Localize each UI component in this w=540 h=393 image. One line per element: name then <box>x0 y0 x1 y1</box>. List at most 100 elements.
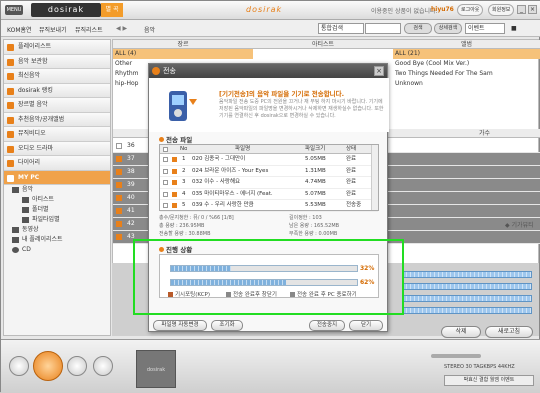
file-row[interactable]: 4 035 마이티마우스 - 에너지 (Feat. 5.07MB 완료 <box>160 189 378 200</box>
row-checkbox[interactable] <box>116 221 122 227</box>
col-genre-header[interactable]: 장르 <box>113 40 253 49</box>
tree-item-artist[interactable]: 아티스트 <box>22 195 110 205</box>
row-checkbox[interactable] <box>116 182 122 188</box>
file-row[interactable]: 5 039 수 - 우리 사랑한 만큼 5.53MB 전송중 <box>160 200 378 212</box>
row-checkbox[interactable] <box>116 169 122 175</box>
row-checkbox[interactable] <box>116 234 122 240</box>
diary-icon <box>7 160 14 167</box>
sidebar-item-locker[interactable]: 음악 보관함 <box>4 54 110 69</box>
file-row[interactable]: 2 024 브라운 아이즈 - Your Eyes 1.31MB 완료 <box>160 166 378 177</box>
file-checkbox[interactable] <box>163 203 168 208</box>
list-item[interactable]: ALL (4) <box>113 49 253 59</box>
list-item[interactable]: Two Things Needed For The Sam <box>393 69 540 79</box>
dialog-message-title: [기기전송]의 음악 파일을 기기로 전송합니다. <box>219 90 345 98</box>
stop-button[interactable] <box>93 356 113 376</box>
gigaview-button[interactable]: ◆ 기가뷰티 <box>505 220 534 229</box>
search-input[interactable] <box>365 23 401 34</box>
sidebar-item-diary[interactable]: 다이어리 <box>4 156 110 171</box>
col-album-header[interactable]: 앨범 <box>393 40 540 49</box>
search-button[interactable]: 검색 <box>404 23 432 34</box>
tree-item-filetype[interactable]: 파일타입별 <box>22 215 110 225</box>
summary-shortage: 부족한 용량 : 0.00MB <box>289 231 338 237</box>
stream-info: STEREO 30 TAGKBPS 44KHZ <box>444 364 515 370</box>
sidebar-item-drama[interactable]: 오디오 드라마 <box>4 141 110 156</box>
close-icon[interactable]: × <box>528 5 537 14</box>
file-name: 035 마이티마우스 - 에너지 (Feat. <box>192 190 273 197</box>
ticker-banner[interactable]: 박효신 결합 월엠 이벤트 <box>444 375 534 386</box>
refresh-button[interactable]: 새로고침 <box>485 326 533 338</box>
transfer-icon <box>152 67 160 75</box>
file-no: 5 <box>182 202 186 208</box>
sidebar-item-latest[interactable]: 최신음악 <box>4 69 110 84</box>
delete-button[interactable]: 삭제 <box>441 326 481 338</box>
file-row[interactable]: 3 032 이수 - 사랑해요 4.74MB 완료 <box>160 177 378 189</box>
tree-item-folder[interactable]: 폴더별 <box>22 205 110 215</box>
back-icon[interactable]: ◀ ▶ <box>116 25 127 32</box>
sidebar-item-playlist[interactable]: 플레이리스트 <box>4 40 110 55</box>
row-checkbox[interactable] <box>116 195 122 201</box>
prev-button[interactable] <box>9 356 29 376</box>
mp3-player-icon <box>169 91 197 121</box>
select-all-checkbox[interactable] <box>163 147 168 152</box>
genre-icon <box>7 102 14 109</box>
logout-button[interactable]: 로그아웃 <box>457 4 484 16</box>
folder-icon <box>22 207 29 213</box>
album-art: dosirak <box>136 350 176 388</box>
file-status: 완료 <box>346 167 357 174</box>
tree-item-cd[interactable]: CD <box>12 245 110 255</box>
file-status: 전송중 <box>346 202 362 208</box>
file-checkbox[interactable] <box>163 180 168 185</box>
tab-button[interactable]: 별 곡 <box>101 3 123 17</box>
row-checkbox[interactable] <box>116 208 122 214</box>
file-table-header: No 파일명 파일크기 상태 <box>160 145 378 154</box>
tree-item-music[interactable]: 음악 <box>12 185 110 195</box>
menu-button[interactable]: MENU <box>5 5 23 15</box>
myinfo-button[interactable]: 회원정보 <box>488 4 515 16</box>
file-name: 039 수 - 우리 사랑한 만큼 <box>192 202 254 208</box>
sidebar-item-genre[interactable]: 장르별 음악 <box>4 98 110 113</box>
list-item[interactable]: ALL (21) <box>393 49 540 59</box>
music-file-icon <box>172 203 177 208</box>
row-checkbox[interactable] <box>116 156 122 162</box>
stop-transfer-button[interactable]: 전송중지 <box>309 320 345 331</box>
file-checkbox[interactable] <box>163 168 168 174</box>
summary-total: 총 용량 : 236.95MB <box>159 223 205 229</box>
volume-slider[interactable] <box>431 354 481 358</box>
reset-button[interactable]: 조기화 <box>211 320 243 331</box>
player-bar: dosirak STEREO 30 TAGKBPS 44KHZ 박효신 결합 월… <box>1 339 540 393</box>
list-item[interactable]: Unknown <box>393 79 540 89</box>
sidebar-item-mypc[interactable]: MY PC <box>4 170 110 185</box>
tree-item-myplaylist[interactable]: 내 플레이리스트 <box>12 235 110 245</box>
dialog-close-button[interactable]: 닫기 <box>349 320 383 331</box>
nav-list[interactable]: 뮤직리스트 <box>75 25 103 34</box>
folder-icon <box>22 217 29 223</box>
search-scope-select[interactable]: 통합검색 <box>318 23 364 34</box>
sidebar-item-recommend[interactable]: 추천음악/공개앨범 <box>4 112 110 127</box>
nav-home[interactable]: KOM홈연 <box>7 25 32 34</box>
dialog-close-icon[interactable]: × <box>374 66 384 76</box>
bookmark-icon[interactable]: ■ <box>511 25 517 32</box>
file-table-scrollbar[interactable] <box>371 145 378 210</box>
nav-send[interactable]: 뮤직보내기 <box>39 25 67 34</box>
file-name: 024 브라운 아이즈 - Your Eyes <box>192 167 269 174</box>
play-button[interactable] <box>33 351 63 381</box>
row-checkbox[interactable] <box>116 143 122 149</box>
list-item[interactable]: Good Bye (Cool Mix Ver.) <box>393 59 540 69</box>
file-checkbox[interactable] <box>163 191 168 197</box>
file-status: 완료 <box>346 156 357 162</box>
music-file-icon <box>172 180 177 185</box>
file-name: 032 이수 - 사랑해요 <box>192 179 241 185</box>
username: hiyu76 <box>431 6 454 13</box>
minimize-icon[interactable]: _ <box>517 5 526 14</box>
col-artist-header[interactable]: 아티스트 <box>253 40 393 49</box>
file-row[interactable]: 1 020 김종국 - 그대만이 5.05MB 완료 <box>160 154 378 166</box>
file-checkbox[interactable] <box>163 157 168 162</box>
auto-rename-button[interactable]: 파일명 자동변경 <box>153 320 207 331</box>
sidebar-item-ranking[interactable]: dosirak 랭킹 <box>4 83 110 98</box>
tree-item-video[interactable]: 동영상 <box>12 225 110 235</box>
next-button[interactable] <box>67 356 87 376</box>
event-select[interactable]: 이벤트 <box>465 23 505 34</box>
detail-search-button[interactable]: 상세검색 <box>434 23 462 34</box>
file-no: 2 <box>182 167 186 174</box>
sidebar-item-mv[interactable]: 뮤직비디오 <box>4 127 110 142</box>
